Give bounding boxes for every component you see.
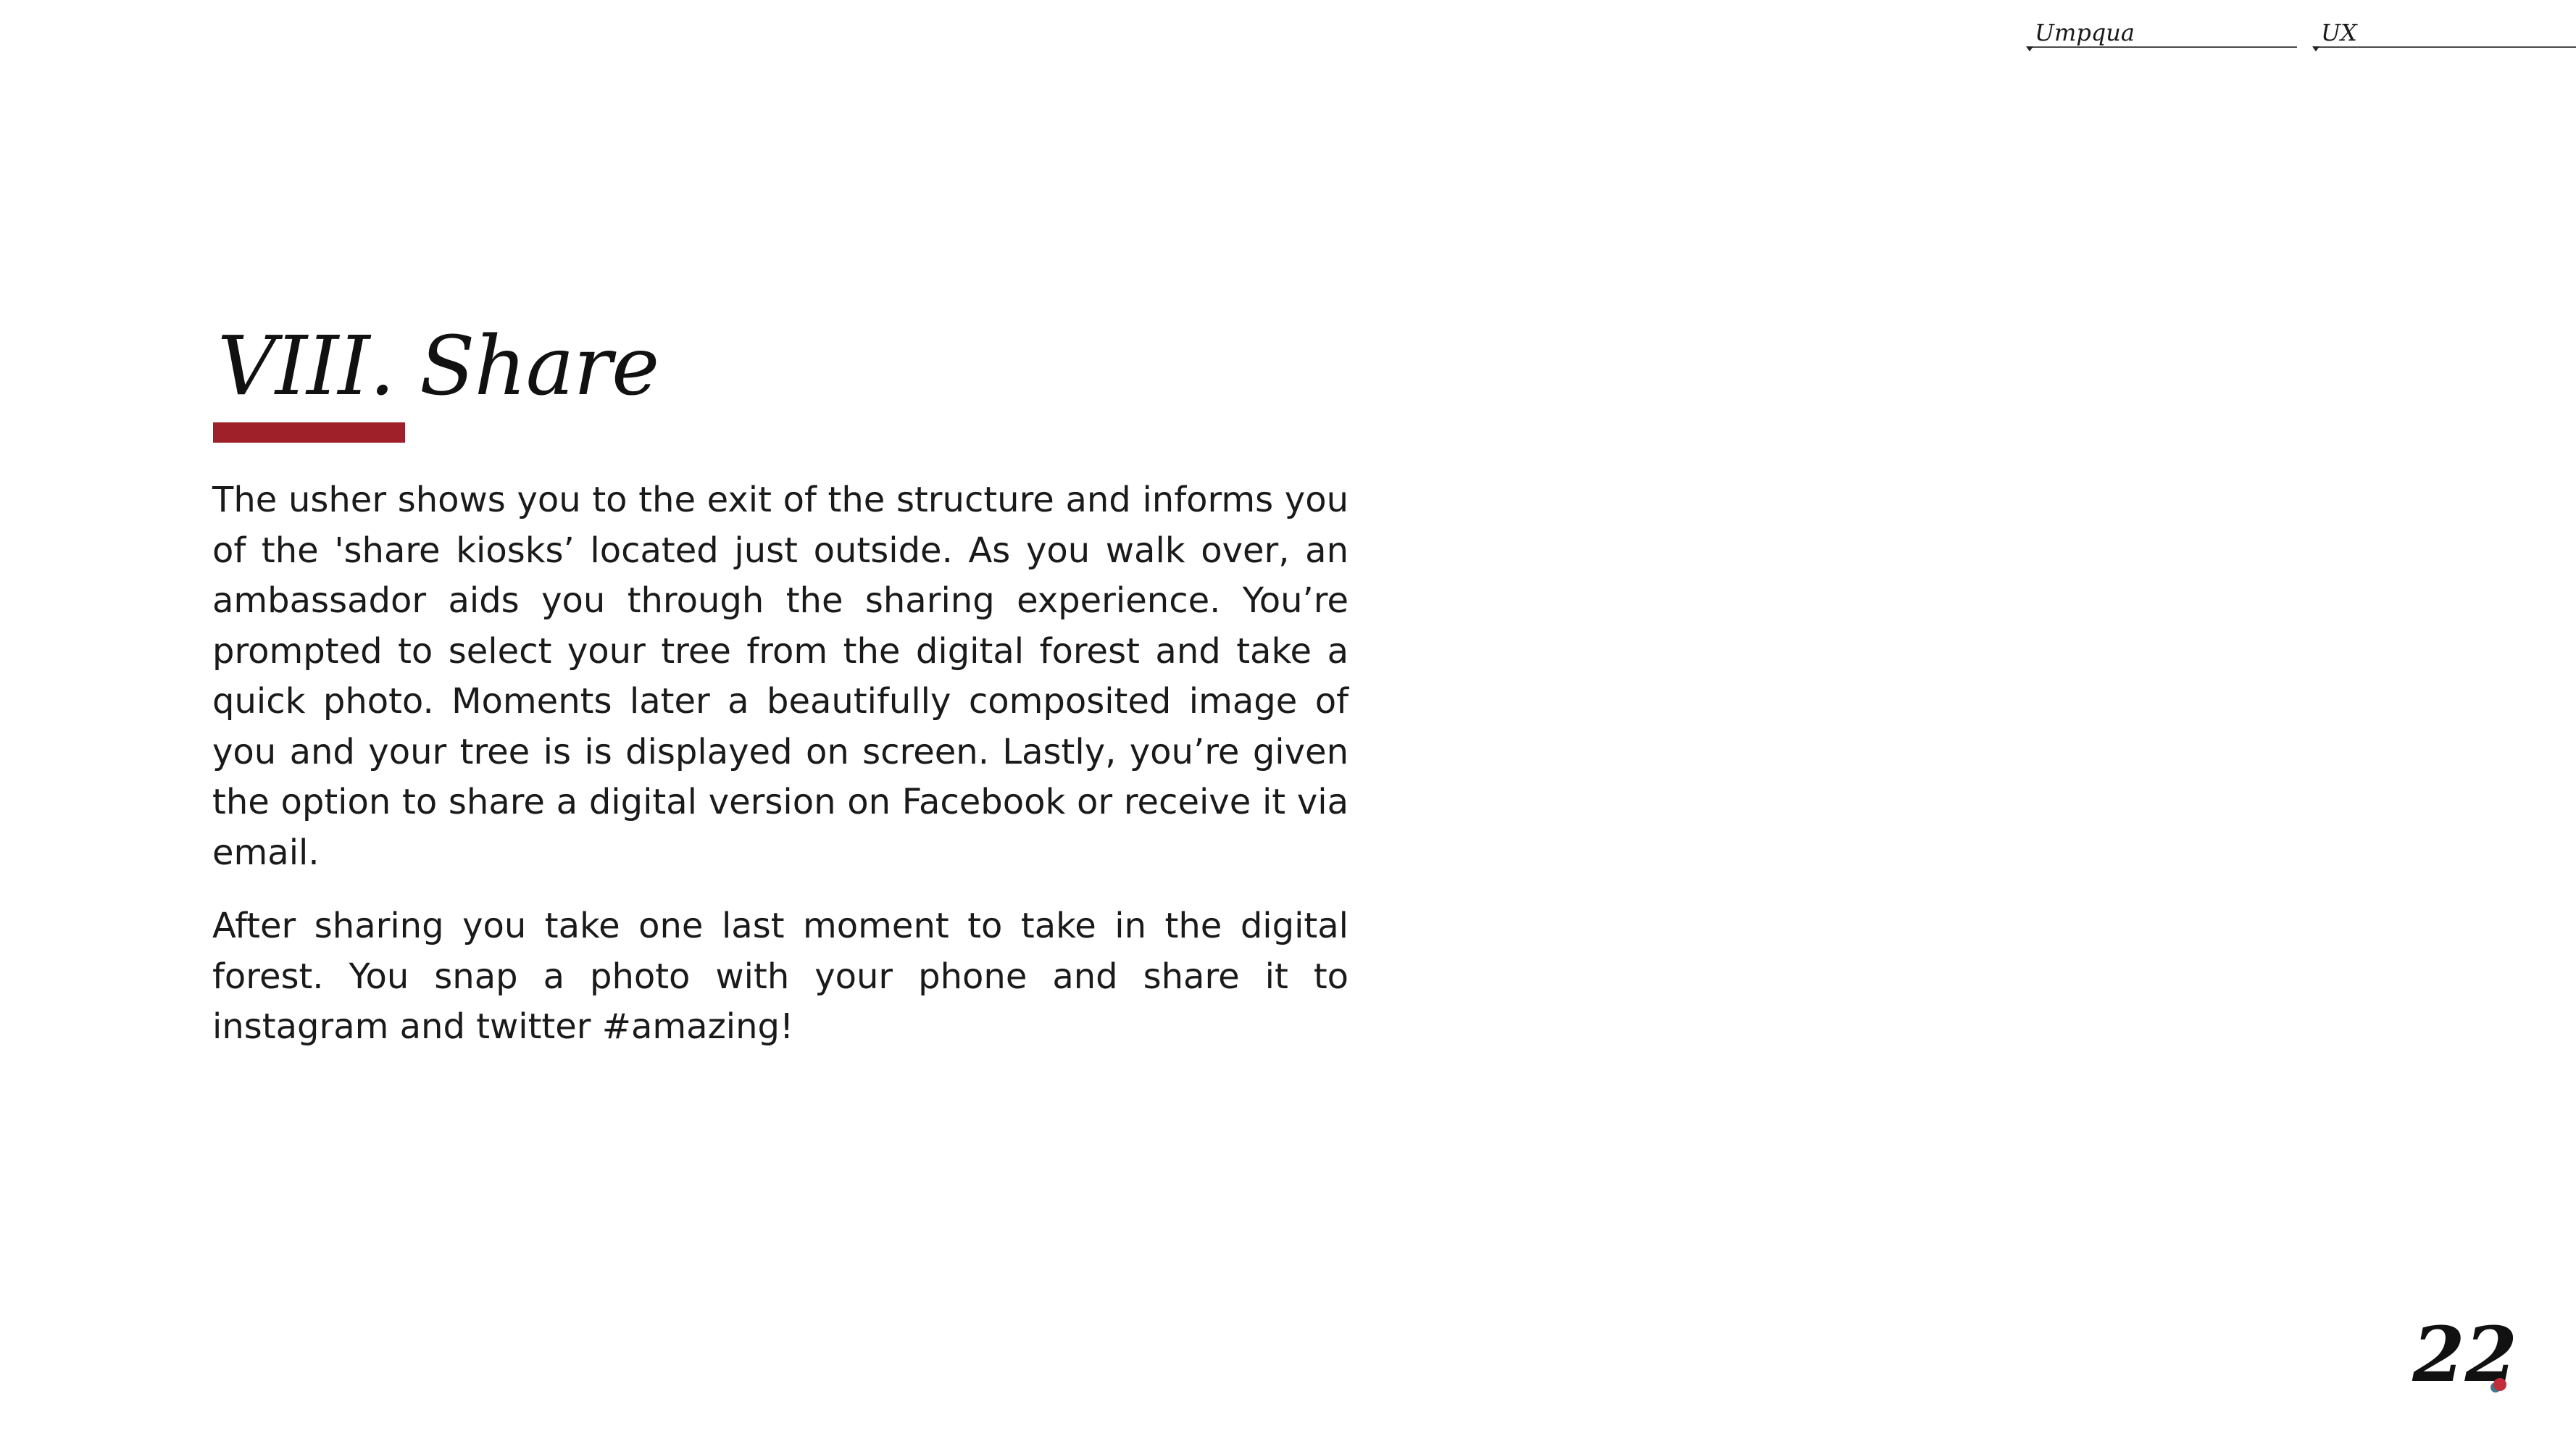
- nav-tab-ux[interactable]: UX: [2312, 17, 2576, 51]
- nav-marker-icon: [2026, 46, 2033, 51]
- body-paragraph: The usher shows you to the exit of the s…: [212, 480, 1349, 873]
- header-nav: Umpqua UX: [2026, 17, 2576, 54]
- nav-tab-umpqua[interactable]: Umpqua: [2026, 17, 2297, 51]
- section-title: VIII. Share: [217, 320, 659, 414]
- title-accent-bar: [213, 422, 405, 443]
- nav-tab-label: Umpqua: [2035, 19, 2135, 46]
- body-paragraph: After sharing you take one last moment t…: [212, 906, 1349, 1047]
- nav-marker-icon: [2312, 46, 2319, 51]
- nav-tab-label: UX: [2321, 19, 2357, 46]
- page-number-dot-icon: [2493, 1378, 2506, 1391]
- body-copy: The usher shows you to the exit of the s…: [212, 475, 1349, 1076]
